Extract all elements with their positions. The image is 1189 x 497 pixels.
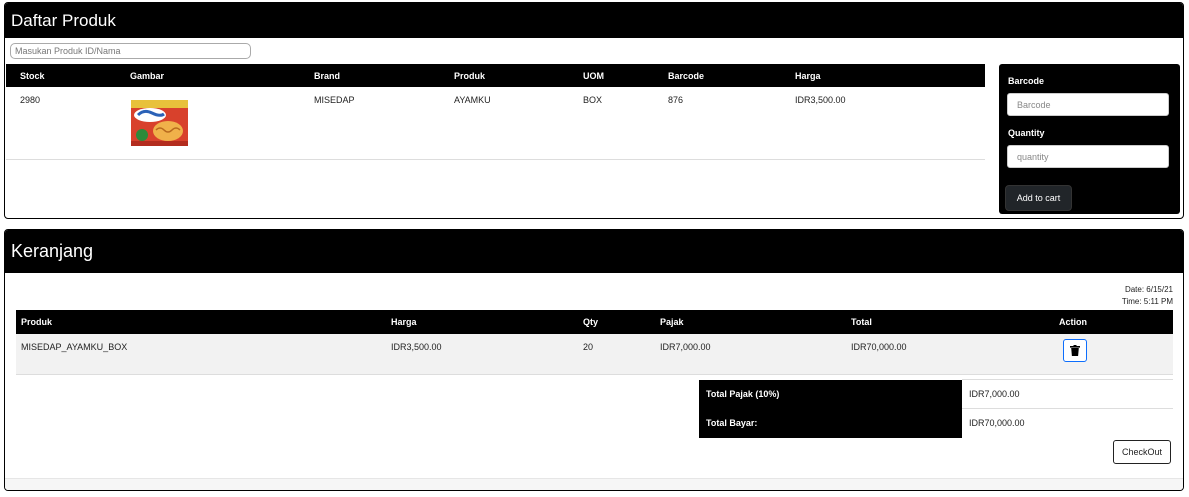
product-stock: 2980 — [6, 87, 116, 160]
cart-item-produk: MISEDAP_AYAMKU_BOX — [16, 334, 386, 375]
products-table: Stock Gambar Brand Produk UOM Barcode Ha… — [6, 64, 985, 160]
cart-table: Produk Harga Qty Pajak Total Action MISE… — [16, 310, 1173, 375]
product-image-cell — [116, 87, 300, 160]
cart-column-qty: Qty — [578, 310, 655, 334]
add-to-cart-button[interactable]: Add to cart — [1005, 185, 1072, 211]
cart-totals: Total Pajak (10%) IDR7,000.00 Total Baya… — [699, 379, 1173, 438]
column-header-produk: Produk — [440, 64, 569, 87]
barcode-label: Barcode — [1008, 76, 1045, 86]
products-panel-title: Daftar Produk — [5, 3, 1183, 38]
total-bayar-row: Total Bayar: IDR70,000.00 — [699, 408, 1173, 438]
total-pajak-value: IDR7,000.00 — [962, 379, 1173, 409]
column-header-brand: Brand — [300, 64, 440, 87]
quantity-label: Quantity — [1008, 128, 1045, 138]
products-table-header: Stock Gambar Brand Produk UOM Barcode Ha… — [6, 64, 985, 87]
product-name: AYAMKU — [440, 87, 569, 160]
cart-column-harga: Harga — [386, 310, 578, 334]
products-panel: Daftar Produk Stock Gambar Brand Produk … — [4, 2, 1184, 219]
product-uom: BOX — [569, 87, 654, 160]
column-header-harga: Harga — [781, 64, 985, 87]
cart-column-produk: Produk — [16, 310, 386, 334]
sedaap-noodle-pack-image — [131, 100, 188, 146]
quantity-input[interactable] — [1007, 145, 1169, 168]
cart-item-pajak: IDR7,000.00 — [655, 334, 846, 375]
column-header-barcode: Barcode — [654, 64, 781, 87]
delete-item-button[interactable] — [1063, 339, 1087, 362]
product-brand: MISEDAP — [300, 87, 440, 160]
barcode-input[interactable] — [1007, 93, 1169, 116]
panel-footer-divider — [5, 478, 1183, 490]
cart-item-qty: 20 — [578, 334, 655, 375]
product-search-input[interactable] — [10, 43, 251, 59]
cart-time: Time: 5:11 PM — [1121, 297, 1173, 306]
cart-column-total: Total — [846, 310, 1054, 334]
cart-item-total: IDR70,000.00 — [846, 334, 1054, 375]
cart-column-action: Action — [1054, 310, 1173, 334]
product-barcode: 876 — [654, 87, 781, 160]
total-pajak-row: Total Pajak (10%) IDR7,000.00 — [699, 379, 1173, 409]
column-header-uom: UOM — [569, 64, 654, 87]
checkout-button[interactable]: CheckOut — [1113, 440, 1171, 464]
column-header-gambar: Gambar — [116, 64, 300, 87]
total-bayar-value: IDR70,000.00 — [962, 408, 1173, 438]
table-row[interactable]: 2980 MISEDAP AYAMKU BOX 876 IDR3,500.00 — [6, 87, 985, 160]
cart-table-header: Produk Harga Qty Pajak Total Action — [16, 310, 1173, 334]
column-header-stock: Stock — [6, 64, 116, 87]
cart-item-harga: IDR3,500.00 — [386, 334, 578, 375]
total-bayar-label: Total Bayar: — [699, 408, 962, 438]
total-pajak-label: Total Pajak (10%) — [699, 379, 962, 409]
cart-panel-title: Keranjang — [5, 230, 1183, 273]
product-price: IDR3,500.00 — [781, 87, 985, 160]
cart-date: Date: 6/15/21 — [1124, 285, 1173, 294]
cart-row: MISEDAP_AYAMKU_BOX IDR3,500.00 20 IDR7,0… — [16, 334, 1173, 375]
trash-icon — [1070, 345, 1080, 356]
cart-item-action — [1054, 334, 1173, 375]
add-to-cart-form: Barcode Quantity Add to cart — [999, 64, 1180, 214]
cart-column-pajak: Pajak — [655, 310, 846, 334]
cart-panel: Keranjang Date: 6/15/21 Time: 5:11 PM Pr… — [4, 229, 1184, 491]
